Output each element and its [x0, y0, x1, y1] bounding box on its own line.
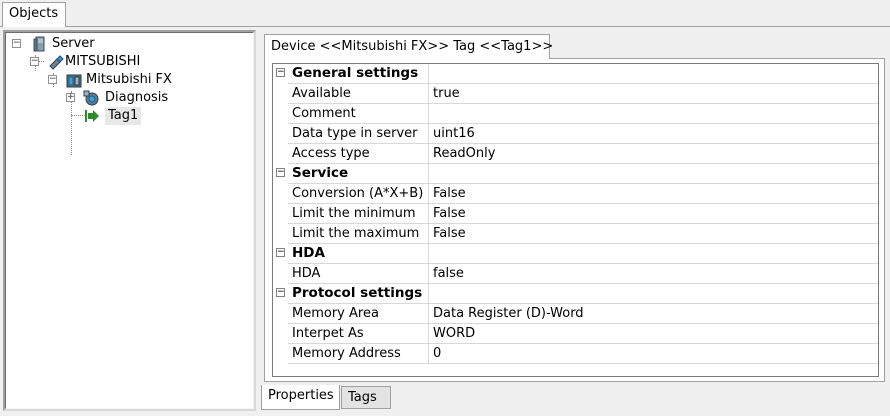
category-value	[429, 244, 878, 264]
category-hda[interactable]: − HDA	[273, 244, 878, 264]
tree-item-server[interactable]: − Server	[12, 35, 212, 53]
property-value[interactable]: false	[429, 264, 878, 284]
diagnosis-icon	[83, 90, 99, 106]
properties-panel: Device <<Mitsubishi FX>> Tag <<Tag1>> − …	[259, 30, 890, 411]
category-label: Service	[288, 164, 429, 184]
tab-label: Tags	[348, 390, 377, 405]
property-grid[interactable]: − General settings Available true Commen…	[272, 63, 879, 377]
device-icon	[66, 74, 82, 88]
category-service[interactable]: − Service	[273, 164, 878, 184]
category-value	[429, 64, 878, 84]
collapse-toggle[interactable]: −	[48, 75, 57, 84]
property-value[interactable]: 0	[429, 344, 878, 364]
property-value[interactable]: False	[429, 184, 878, 204]
collapse-toggle[interactable]: −	[30, 57, 39, 66]
property-value[interactable]: False	[429, 204, 878, 224]
property-row[interactable]: Memory Address 0	[273, 344, 878, 364]
property-value[interactable]: ReadOnly	[429, 144, 878, 164]
property-name: HDA	[288, 264, 429, 284]
property-name: Memory Address	[288, 344, 429, 364]
tree-item-diagnosis[interactable]: + Diagnosis	[66, 89, 246, 107]
property-row[interactable]: HDA false	[273, 264, 878, 284]
property-value[interactable]: False	[429, 224, 878, 244]
tree-item-mitsubishi[interactable]: − MITSUBISHI	[30, 53, 230, 71]
driver-icon	[49, 55, 64, 70]
property-value[interactable]: true	[429, 84, 878, 104]
property-row[interactable]: Conversion (A*X+B) False	[273, 184, 878, 204]
tree-item-label: Diagnosis	[105, 90, 169, 105]
category-label: Protocol settings	[288, 284, 429, 304]
category-value	[429, 164, 878, 184]
tab-label: Properties	[268, 388, 334, 403]
tab-objects-label: Objects	[9, 6, 59, 21]
object-tree[interactable]: − Server − MITSUBISHI − Mitsubishi FX + …	[5, 32, 254, 409]
property-name: Data type in server	[288, 124, 429, 144]
property-frame: − General settings Available true Commen…	[264, 58, 885, 382]
property-name: Limit the minimum	[288, 204, 429, 224]
collapse-toggle[interactable]: −	[276, 288, 285, 297]
tree-item-label: Tag1	[105, 107, 142, 125]
property-name: Memory Area	[288, 304, 429, 324]
property-row[interactable]: Memory Area Data Register (D)-Word	[273, 304, 878, 324]
property-row[interactable]: Interpet As WORD	[273, 324, 878, 344]
tab-properties[interactable]: Properties	[261, 385, 340, 410]
category-label: HDA	[288, 244, 429, 264]
tab-objects[interactable]: Objects	[2, 2, 66, 27]
tree-line	[71, 115, 85, 116]
property-value[interactable]: uint16	[429, 124, 878, 144]
tree-item-label: MITSUBISHI	[65, 54, 141, 69]
object-tree-panel: − Server − MITSUBISHI − Mitsubishi FX + …	[3, 30, 256, 411]
property-value[interactable]: Data Register (D)-Word	[429, 304, 878, 324]
property-name: Available	[288, 84, 429, 104]
category-value	[429, 284, 878, 304]
bottom-tab-bar: Properties Tags	[259, 385, 890, 411]
expand-toggle[interactable]: +	[66, 93, 75, 102]
tag-arrow-icon	[85, 110, 99, 122]
tab-title: Device <<Mitsubishi FX>> Tag <<Tag1>>	[271, 39, 554, 54]
property-name: Access type	[288, 144, 429, 164]
tree-item-mitsubishi-fx[interactable]: − Mitsubishi FX	[48, 71, 248, 89]
category-label: General settings	[288, 64, 429, 84]
collapse-toggle[interactable]: −	[276, 248, 285, 257]
property-name: Conversion (A*X+B)	[288, 184, 429, 204]
property-row[interactable]: Limit the maximum False	[273, 224, 878, 244]
property-row[interactable]: Available true	[273, 84, 878, 104]
property-name: Comment	[288, 104, 429, 124]
collapse-toggle[interactable]: −	[276, 168, 285, 177]
tree-item-label: Server	[52, 36, 95, 51]
property-row[interactable]: Limit the minimum False	[273, 204, 878, 224]
bottom-edge	[0, 411, 890, 416]
property-row[interactable]: Access type ReadOnly	[273, 144, 878, 164]
collapse-toggle[interactable]: −	[12, 39, 21, 48]
collapse-toggle[interactable]: −	[276, 68, 285, 77]
category-general-settings[interactable]: − General settings	[273, 64, 878, 84]
property-name: Limit the maximum	[288, 224, 429, 244]
tree-item-tag1[interactable]: Tag1	[84, 107, 204, 125]
tree-item-label: Mitsubishi FX	[86, 72, 172, 87]
category-protocol-settings[interactable]: − Protocol settings	[273, 284, 878, 304]
property-name: Interpet As	[288, 324, 429, 344]
property-value[interactable]	[429, 104, 878, 124]
property-value[interactable]: WORD	[429, 324, 878, 344]
server-icon	[33, 36, 45, 52]
property-row[interactable]: Data type in server uint16	[273, 124, 878, 144]
property-row[interactable]: Comment	[273, 104, 878, 124]
tab-tags[interactable]: Tags	[341, 386, 391, 409]
tab-device-tag[interactable]: Device <<Mitsubishi FX>> Tag <<Tag1>>	[264, 34, 554, 59]
